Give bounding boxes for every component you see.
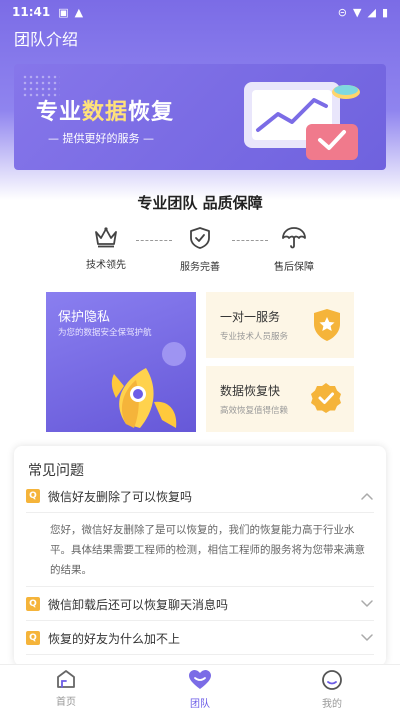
banner-subtitle: — 提供更好的服务 — xyxy=(48,132,154,145)
faq-divider xyxy=(26,654,374,655)
status-time: 11:41 xyxy=(12,5,51,19)
do-not-disturb-icon: ⊝ xyxy=(337,5,347,19)
faq-question: 微信好友删除了可以恢复吗 xyxy=(48,489,193,504)
card-recovery-desc: 高效恢复值得信赖 xyxy=(220,406,289,416)
chevron-up-icon[interactable] xyxy=(360,491,374,501)
smiley-icon xyxy=(322,670,342,690)
card-privacy-desc: 为您的数据安全保驾护航 xyxy=(58,328,152,338)
banner-title: 专业数据恢复 xyxy=(36,100,175,125)
bottom-tab-bar: 首页 团队 我的 xyxy=(0,664,400,710)
divider-dashed xyxy=(136,240,172,241)
heart-icon xyxy=(189,670,211,689)
card-one-on-one-service[interactable]: 一对一服务 专业技术人员服务 xyxy=(206,292,354,358)
tab-team[interactable]: 团队 xyxy=(160,669,240,710)
faq-answer: 您好，微信好友删除了是可以恢复的，我们的恢复能力高于行业水平。具体结果需要工程师… xyxy=(50,524,365,576)
badge-check-icon xyxy=(311,383,341,413)
card-privacy-title: 保护隐私 xyxy=(58,310,111,325)
question-icon: Q xyxy=(26,489,40,503)
faq-divider xyxy=(26,620,374,621)
feature-tech-label: 技术领先 xyxy=(86,260,126,271)
card-privacy[interactable]: 保护隐私 为您的数据安全保驾护航 xyxy=(46,292,196,432)
tab-team-label: 团队 xyxy=(190,699,210,710)
status-bar: 11:41 ▣ ▲ ⊝ ▼ ◢ ▮ xyxy=(0,0,400,24)
battery-icon: ▮ xyxy=(381,5,388,19)
feature-service-label: 服务完善 xyxy=(180,262,220,273)
features-row: 技术领先 服务完善 售后保障 xyxy=(72,226,328,276)
page-title: 团队介绍 xyxy=(14,30,79,49)
faq-divider xyxy=(26,586,374,587)
wifi-icon: ▼ xyxy=(353,5,362,19)
card-recovery-title: 数据恢复快 xyxy=(220,384,281,398)
question-icon: Q xyxy=(26,597,40,611)
section-title: 专业团队 品质保障 xyxy=(137,194,263,212)
card-service-title: 一对一服务 xyxy=(220,310,281,324)
notification-a-icon: ▣ xyxy=(58,5,69,19)
home-icon xyxy=(57,670,75,688)
shield-star-icon xyxy=(314,309,340,341)
faq-question: 恢复的好友为什么加不上 xyxy=(48,631,181,646)
chart-illustration-icon xyxy=(244,82,360,160)
tab-home-label: 首页 xyxy=(56,697,76,708)
shield-check-icon xyxy=(190,227,210,249)
faq-divider xyxy=(26,512,374,513)
feature-tech: 技术领先 xyxy=(76,226,136,271)
faq-panel: 常见问题 Q 微信好友删除了可以恢复吗 您好，微信好友删除了是可以恢复的，我们的… xyxy=(14,446,386,666)
faq-item-1[interactable]: Q 微信好友删除了可以恢复吗 xyxy=(26,484,374,508)
rocket-icon xyxy=(111,342,186,428)
chevron-down-icon[interactable] xyxy=(360,599,374,609)
divider-dashed xyxy=(232,240,268,241)
signal-icon: ◢ xyxy=(367,5,376,19)
warning-icon: ▲ xyxy=(74,5,84,19)
faq-item-3[interactable]: Q 恢复的好友为什么加不上 xyxy=(26,626,374,650)
crown-icon xyxy=(95,227,117,248)
feature-aftersale: 售后保障 xyxy=(264,226,324,273)
question-icon: Q xyxy=(26,631,40,645)
faq-heading: 常见问题 xyxy=(28,463,84,479)
faq-question: 微信卸载后还可以恢复聊天消息吗 xyxy=(48,597,229,612)
chevron-down-icon[interactable] xyxy=(360,633,374,643)
banner[interactable]: 专业数据恢复 — 提供更好的服务 — xyxy=(14,64,386,170)
feature-service: 服务完善 xyxy=(170,226,230,273)
tab-mine-label: 我的 xyxy=(322,699,342,710)
card-service-desc: 专业技术人员服务 xyxy=(220,332,289,342)
umbrella-icon xyxy=(282,227,306,249)
tab-home[interactable]: 首页 xyxy=(26,669,106,708)
tab-mine[interactable]: 我的 xyxy=(292,669,372,710)
feature-aftersale-label: 售后保障 xyxy=(274,262,314,273)
faq-item-2[interactable]: Q 微信卸载后还可以恢复聊天消息吗 xyxy=(26,592,374,616)
card-fast-recovery[interactable]: 数据恢复快 高效恢复值得信赖 xyxy=(206,366,354,432)
